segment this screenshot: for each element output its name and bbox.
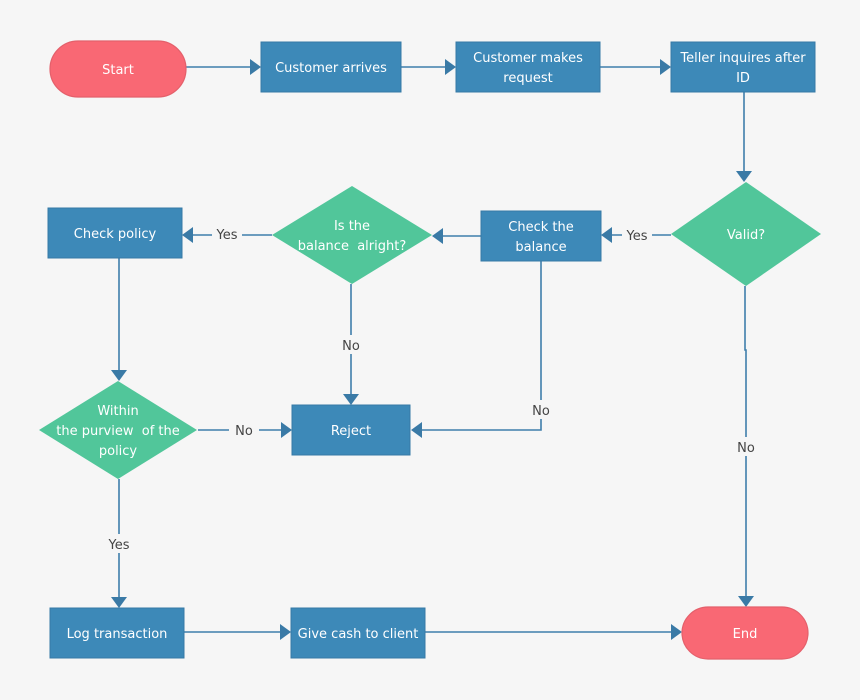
node-log-transaction[interactable]: Log transaction [49,607,185,659]
edge-customer-arrives-to-customer-request [401,59,456,75]
node-label: Is the [334,219,370,234]
edge-label: No [532,404,550,419]
edge-start-to-customer-arrives [186,59,261,75]
node-label: Customer makes [473,51,583,66]
node-label: Log transaction [67,627,168,642]
edge-valid-to-end: No [731,286,761,607]
edge-teller-id-to-valid [736,92,752,182]
edge-check-balance-to-reject: No [411,261,556,438]
arrowhead-icon [736,171,752,182]
node-give-cash[interactable]: Give cash to client [290,607,426,659]
edge-label: No [235,424,253,439]
edge-give-cash-to-end [425,624,682,640]
edge-label: Yes [216,228,238,243]
node-reject[interactable]: Reject [291,404,411,456]
edge-balance-ok-to-reject: No [336,284,366,405]
edge-check-policy-to-within-policy [111,258,127,381]
edge-check-balance-to-balance-ok [432,228,481,244]
arrowhead-icon [280,624,291,640]
node-check-balance[interactable]: Check the balance [480,210,602,262]
edge-customer-request-to-teller-id [600,59,671,75]
edges-layer: Yes No No Yes No No Yes [104,59,761,640]
arrowhead-icon [432,228,443,244]
edge-within-policy-to-log-transaction: Yes [104,479,134,608]
arrowhead-icon [182,227,193,243]
arrowhead-icon [738,596,754,607]
node-label: Teller inquires after [679,51,806,66]
node-label: Check the [508,220,573,235]
arrowhead-icon [281,422,292,438]
arrowhead-icon [660,59,671,75]
node-teller-id[interactable]: Teller inquires after ID [670,41,816,93]
node-customer-request[interactable]: Customer makes request [455,41,601,93]
arrowhead-icon [111,370,127,381]
edge-label: Yes [626,229,648,244]
nodes-layer: Start Customer arrives Customer makes reque… [39,40,821,660]
node-within-policy[interactable]: Within the purview of the policy [39,381,197,479]
node-label: End [733,627,758,642]
node-label: Customer arrives [275,61,387,76]
node-check-policy[interactable]: Check policy [47,207,183,259]
edge-label: Yes [108,538,130,553]
edge-label: No [737,441,755,456]
node-label: the purview of the [56,424,180,439]
node-balance-ok[interactable]: Is the balance alright? [272,186,432,284]
node-start[interactable]: Start [49,40,187,98]
arrowhead-icon [343,394,359,405]
arrowhead-icon [250,59,261,75]
arrowhead-icon [411,422,422,438]
node-label: request [503,71,552,86]
node-valid[interactable]: Valid? [671,182,821,286]
connector-line [422,261,542,431]
node-label: Reject [331,424,371,439]
edge-valid-to-check-balance: Yes [601,225,671,244]
node-label: ID [736,71,750,86]
edge-within-policy-to-reject: No [198,420,292,439]
arrowhead-icon [445,59,456,75]
flowchart-canvas: Yes No No Yes No No Yes Start Customer arrives C… [39,40,821,660]
node-end[interactable]: End [681,606,809,660]
decision-shape [272,186,432,284]
edge-log-transaction-to-give-cash [184,624,291,640]
arrowhead-icon [671,624,682,640]
edge-label: No [342,339,360,354]
node-customer-arrives[interactable]: Customer arrives [260,41,402,93]
node-label: Start [102,63,134,78]
node-label: Check policy [74,227,157,242]
arrowhead-icon [111,597,127,608]
edge-balance-ok-to-check-policy: Yes [182,224,272,243]
node-label: Give cash to client [298,627,419,642]
node-label: balance [515,240,566,255]
node-label: Within [97,404,138,419]
node-label: balance alright? [298,239,406,254]
arrowhead-icon [601,227,612,243]
node-label: policy [99,444,138,459]
node-label: Valid? [727,228,765,243]
